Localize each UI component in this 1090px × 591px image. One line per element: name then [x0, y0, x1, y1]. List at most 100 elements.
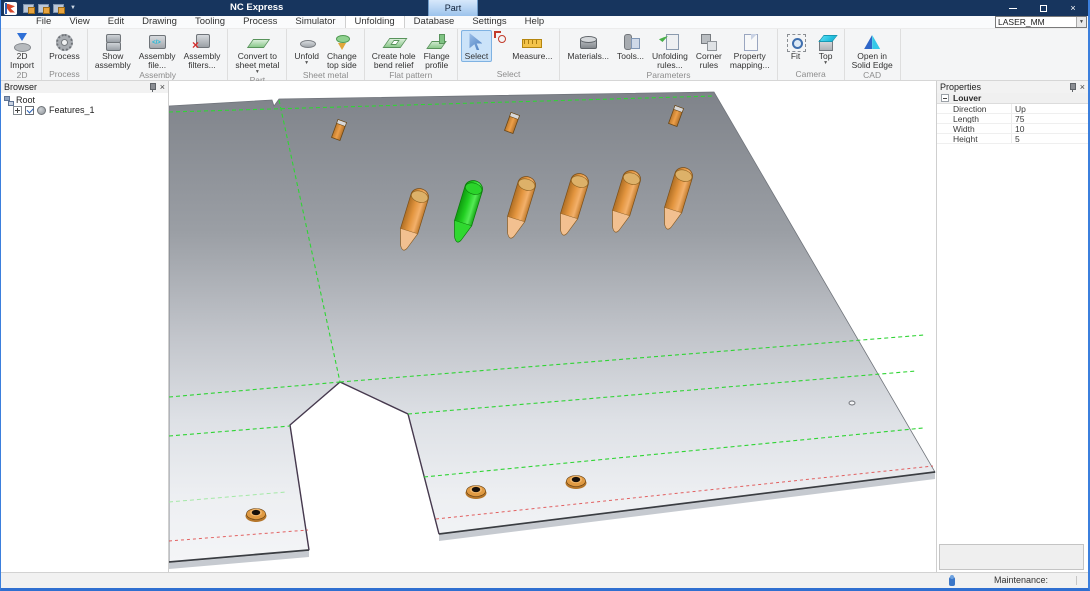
ribbon-group-label: Flat pattern	[368, 71, 454, 80]
button-label: Process	[49, 52, 80, 61]
tree-item-root[interactable]: Root	[4, 95, 168, 105]
assembly-filters-button[interactable]: Assembly filters...	[180, 30, 225, 71]
machine-selector[interactable]: LASER_MM ▼	[995, 16, 1087, 28]
tree-item-features_1[interactable]: Features_1	[4, 105, 168, 115]
flanged-hole-feature[interactable]	[466, 486, 487, 500]
change-top-side-icon	[331, 32, 353, 52]
assembly-file-button[interactable]: Assembly file...	[135, 30, 180, 71]
menu-settings[interactable]: Settings	[463, 16, 515, 28]
assembly-file-icon	[146, 32, 168, 52]
ribbon-group-label: Assembly	[91, 71, 225, 80]
ribbon-group-camera: FitTop▼ Camera	[778, 29, 845, 80]
show-assembly-icon	[102, 32, 124, 52]
change-topside-button[interactable]: Change top side	[323, 30, 361, 71]
select-button[interactable]: Select	[461, 30, 493, 62]
quick-access-caret-icon[interactable]: ▼	[70, 5, 76, 11]
show-assembly-button[interactable]: Show assembly	[91, 30, 135, 71]
zoom-selection-button[interactable]	[493, 30, 508, 45]
property-name: Direction	[937, 104, 1011, 113]
menu-edit[interactable]: Edit	[99, 16, 133, 28]
collapse-icon[interactable]	[941, 94, 949, 102]
property-value[interactable]: 10	[1011, 124, 1088, 133]
tools-button[interactable]: Tools...	[613, 30, 648, 62]
convertto-sheetmetal-button[interactable]: Convert to sheet metal▼	[231, 30, 283, 76]
select-cursor-icon	[465, 32, 487, 52]
button-label: Convert to sheet metal	[235, 52, 279, 70]
button-label: Flange profile	[424, 52, 450, 70]
flanged-hole-feature[interactable]	[246, 509, 267, 523]
menu-help[interactable]: Help	[516, 16, 554, 28]
property-value[interactable]: 5	[1011, 134, 1088, 143]
property-group-louver[interactable]: Louver	[937, 93, 1088, 104]
flange-profile-button[interactable]: Flange profile	[420, 30, 454, 71]
browser-panel-header: Browser ×	[1, 81, 168, 93]
close-icon[interactable]: ×	[160, 83, 165, 92]
root-icon	[4, 96, 13, 105]
minimize-button[interactable]	[998, 0, 1028, 16]
flanged-hole-feature[interactable]	[566, 476, 587, 490]
fit-button[interactable]: Fit	[781, 30, 811, 62]
menu-database[interactable]: Database	[405, 16, 464, 28]
button-label: Assembly file...	[139, 52, 176, 70]
menu-process[interactable]: Process	[234, 16, 286, 28]
property-grid: Louver DirectionUpLength75Width10Height5	[937, 93, 1088, 144]
maximize-button[interactable]	[1028, 0, 1058, 16]
ribbon-group-label: Camera	[781, 70, 841, 80]
quick-access-save-icon[interactable]	[53, 4, 64, 13]
import-2d-icon	[11, 32, 33, 52]
window-title: NC Express	[230, 0, 283, 16]
property-value[interactable]: 75	[1011, 114, 1088, 123]
openin-solidedge-button[interactable]: Open in Solid Edge	[848, 30, 897, 71]
menu-view[interactable]: View	[60, 16, 98, 28]
pin-icon[interactable]	[149, 83, 156, 92]
button-label: Assembly filters...	[184, 52, 221, 70]
chevron-down-icon[interactable]: ▼	[304, 61, 309, 66]
ribbon-group-part: Convert to sheet metal▼Part	[228, 29, 287, 80]
close-button[interactable]: ×	[1058, 0, 1088, 16]
menu-drawing[interactable]: Drawing	[133, 16, 186, 28]
feature-checkbox[interactable]	[25, 106, 34, 115]
corner-rules-button[interactable]: Corner rules	[692, 30, 726, 71]
quick-access-import-icon[interactable]	[38, 4, 49, 13]
menu-file[interactable]: File	[27, 16, 60, 28]
title-bar: ▼ NC Express Part ×	[1, 0, 1088, 16]
ribbon-group-sheet-metal: Unfold▼Change top sideSheet metal	[287, 29, 364, 80]
quick-access-new-icon[interactable]	[23, 4, 34, 13]
menu-tooling[interactable]: Tooling	[186, 16, 234, 28]
close-icon[interactable]: ×	[1080, 83, 1085, 92]
chevron-down-icon[interactable]: ▼	[1076, 17, 1086, 27]
unfolding-rules-button[interactable]: Unfolding rules...	[648, 30, 692, 71]
scene-canvas[interactable]	[169, 81, 936, 572]
ribbon-group-process: ProcessProcess	[42, 29, 88, 80]
menu-simulator[interactable]: Simulator	[286, 16, 344, 28]
zoom-selection-icon	[494, 31, 507, 44]
pin-icon[interactable]	[1069, 83, 1076, 92]
viewport-3d[interactable]	[169, 81, 936, 572]
ribbon-group-label: 2D	[6, 71, 38, 80]
pilot-hole[interactable]	[849, 401, 855, 405]
top-button[interactable]: Top▼	[811, 30, 841, 67]
button-label: Change top side	[327, 52, 357, 70]
materials-button[interactable]: Materials...	[563, 30, 613, 62]
status-bar: Maintenance: 06.06.2022	[1, 572, 1088, 588]
browser-panel: Browser × Root Features_1	[1, 81, 169, 572]
machine-selector-value: LASER_MM	[996, 17, 1076, 27]
feature-icon	[37, 106, 46, 115]
process-button[interactable]: Process	[45, 30, 84, 62]
property-mapping-button[interactable]: Property mapping...	[726, 30, 774, 71]
property-value[interactable]: Up	[1011, 104, 1088, 113]
convert-sheet-metal-icon	[246, 32, 268, 52]
measure-button[interactable]: Measure...	[508, 30, 556, 62]
document-tab-part[interactable]: Part	[428, 0, 478, 16]
property-row-height: Height5	[937, 134, 1088, 144]
createhole-bendrelief-button[interactable]: Create hole bend relief	[368, 30, 420, 71]
menu-unfolding[interactable]: Unfolding	[345, 16, 405, 28]
ribbon-group-cad: Open in Solid EdgeCAD	[845, 29, 901, 80]
flange-profile-icon	[426, 32, 448, 52]
unfold-button[interactable]: Unfold▼	[290, 30, 323, 67]
2d-import-button[interactable]: 2D Import	[6, 30, 38, 71]
menu-bar: FileViewEditDrawingToolingProcessSimulat…	[1, 16, 1088, 29]
chevron-down-icon[interactable]: ▼	[823, 61, 828, 66]
menu-items: FileViewEditDrawingToolingProcessSimulat…	[27, 16, 553, 28]
expand-icon[interactable]	[13, 106, 22, 115]
